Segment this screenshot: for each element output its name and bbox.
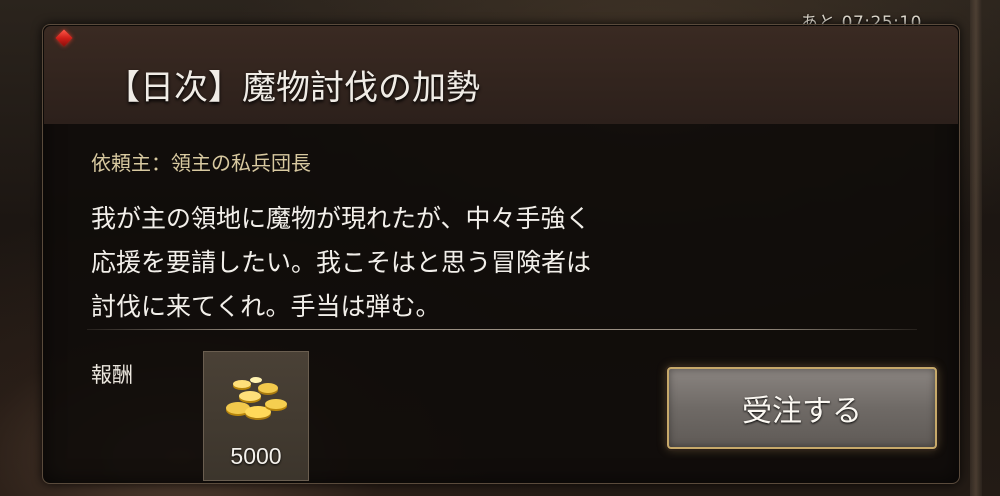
quest-description: 我が主の領地に魔物が現れたが、中々手強く 応援を要請したい。我こそはと思う冒険者… <box>91 197 791 329</box>
reward-quantity: 5000 <box>230 443 282 469</box>
reward-item-gold[interactable]: 5000 <box>203 351 309 481</box>
red-gem-icon <box>55 29 73 47</box>
reward-label: 報酬 <box>91 363 133 387</box>
gold-coins-icon <box>226 377 287 420</box>
quest-panel: 【日次】魔物討伐の加勢 依頼主：領主の私兵団長 我が主の領地に魔物が現れたが、中… <box>42 24 960 484</box>
background-pillar <box>970 0 982 496</box>
accept-quest-button[interactable]: 受注する <box>667 367 937 449</box>
divider <box>87 329 917 330</box>
client-name: 領主の私兵団長 <box>171 151 311 175</box>
description-line: 我が主の領地に魔物が現れたが、中々手強く <box>91 204 591 233</box>
quest-title: 【日次】魔物討伐の加勢 <box>106 68 480 108</box>
quest-title-bar: 【日次】魔物討伐の加勢 <box>44 26 958 124</box>
quest-client: 依頼主：領主の私兵団長 <box>91 147 311 176</box>
client-label: 依頼主： <box>91 151 171 175</box>
description-line: 討伐に来てくれ。手当は弾む。 <box>91 292 441 321</box>
description-line: 応援を要請したい。我こそはと思う冒険者は <box>91 248 592 277</box>
